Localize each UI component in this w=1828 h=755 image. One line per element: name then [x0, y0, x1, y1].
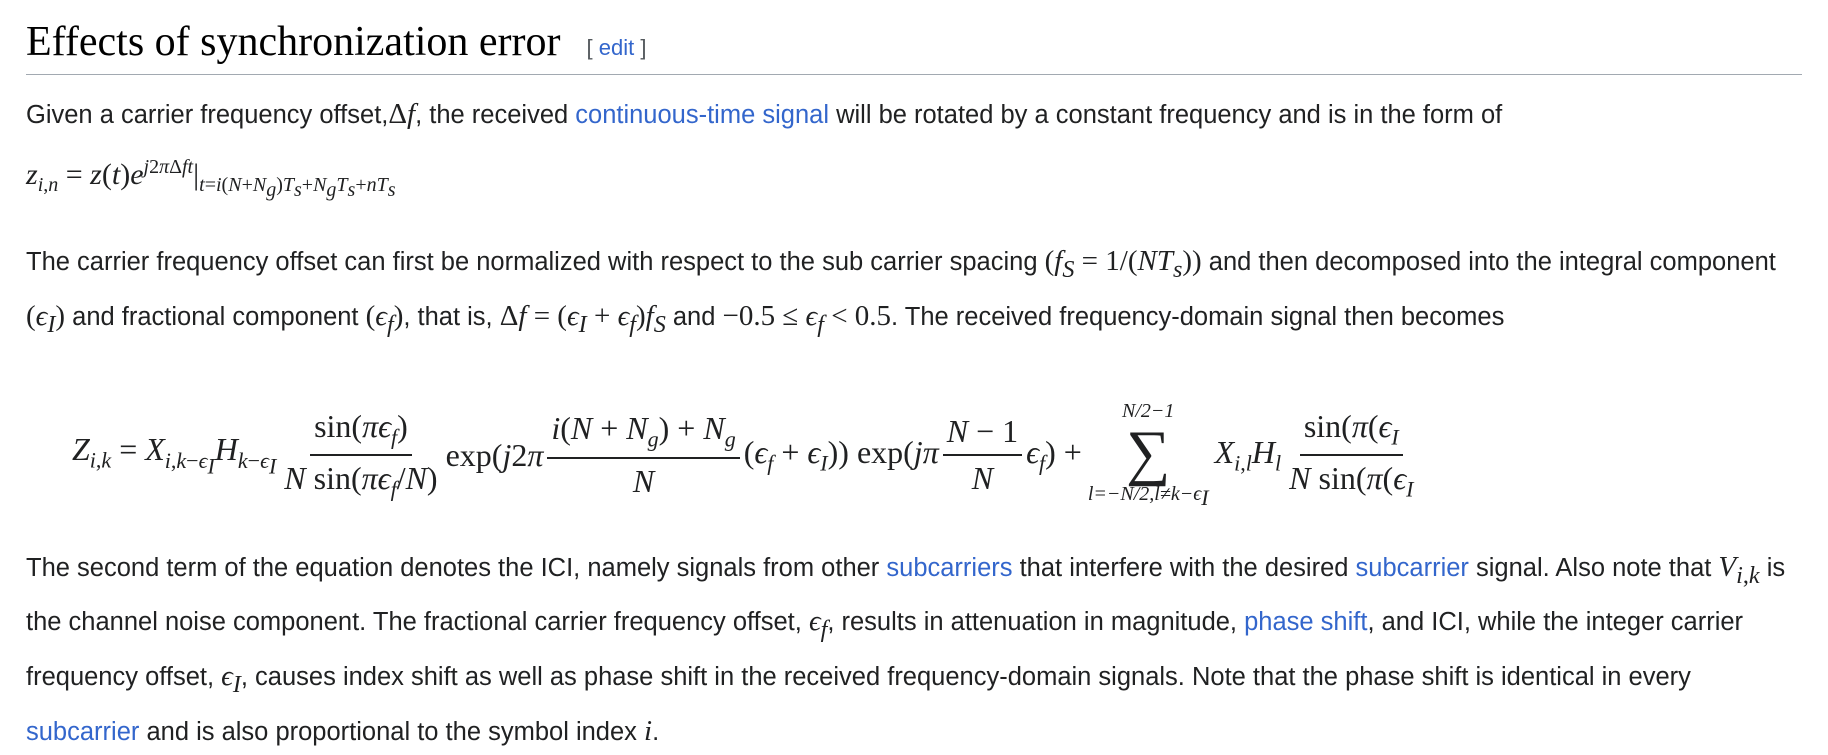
- math-eps-f-2: ϵf: [808, 605, 828, 644]
- paragraph-3: The second term of the equation denotes …: [26, 550, 1786, 747]
- edit-link[interactable]: edit: [599, 35, 634, 60]
- link-subcarriers[interactable]: subcarriers: [886, 554, 1012, 582]
- edit-section: [ edit ]: [586, 35, 647, 60]
- section-title: Effects of synchronization error: [26, 19, 561, 65]
- math-delta-f: Δf: [388, 98, 416, 130]
- math-symbol-index: i: [644, 714, 653, 747]
- article-section: Effects of synchronization error [ edit …: [0, 0, 1828, 747]
- math-eps-i: (ϵI): [26, 299, 66, 338]
- link-continuous-time-signal[interactable]: continuous-time signal: [575, 101, 829, 129]
- link-subcarrier-1[interactable]: subcarrier: [1356, 554, 1469, 582]
- math-eps-i-2: ϵI: [221, 660, 241, 698]
- math-noise: Vi,k: [1718, 550, 1760, 589]
- math-range: −0.5 ≤ ϵf < 0.5: [722, 299, 892, 338]
- paragraph-1: Given a carrier frequency offset,Δf, the…: [26, 98, 1503, 130]
- math-subcarrier-spacing: (fS = 1/(NTs)): [1044, 245, 1202, 283]
- paragraph-2: The carrier frequency offset can first b…: [26, 245, 1776, 338]
- equation-frequency-domain: Zi,k = Xi,k−ϵIHk−ϵI sin(πϵf) N sin(πϵf/N)…: [72, 399, 1414, 510]
- section-heading-row: Effects of synchronization error [ edit …: [26, 18, 1802, 75]
- math-decomposition: Δf = (ϵI + ϵf)fS: [499, 299, 666, 338]
- math-eps-f: (ϵf): [365, 299, 404, 338]
- equation-received-signal: zi,n = z(t)ej2πΔft|t=i(N+Ng)Ts+NgTs+nTs: [26, 156, 396, 201]
- link-subcarrier-2[interactable]: subcarrier: [26, 718, 139, 746]
- link-phase-shift[interactable]: phase shift: [1244, 608, 1367, 636]
